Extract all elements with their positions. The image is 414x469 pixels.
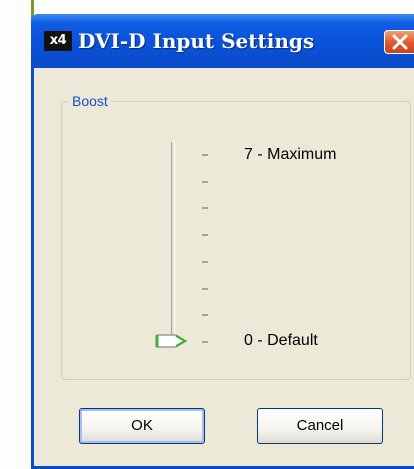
dialog-window: x4 DVI-D Input Settings Boost 7 - Maximu…: [31, 14, 414, 469]
slider-max-label: 7 - Maximum: [244, 146, 337, 163]
slider-tick: [202, 154, 208, 156]
boost-group-label: Boost: [69, 92, 111, 110]
window-title: DVI-D Input Settings: [78, 29, 315, 53]
slider-tick: [202, 260, 208, 263]
slider-tick: [202, 234, 208, 237]
boost-slider-track[interactable]: [171, 142, 175, 340]
cancel-button[interactable]: Cancel: [257, 408, 383, 444]
slider-tick: [202, 180, 208, 183]
boost-slider-thumb[interactable]: [155, 333, 189, 349]
dialog-body: Boost 7 - Maximum 0 - Default OK Cancel: [34, 68, 414, 466]
app-icon: x4: [44, 31, 72, 51]
boost-groupbox: [61, 101, 411, 380]
desktop-edge: [0, 0, 34, 469]
close-x-icon: [392, 34, 408, 50]
slider-tick: [202, 314, 208, 317]
slider-default-label: 0 - Default: [244, 332, 318, 349]
title-bar[interactable]: x4 DVI-D Input Settings: [31, 14, 414, 68]
slider-tick: [202, 207, 208, 210]
slider-tick: [202, 287, 208, 290]
ok-button[interactable]: OK: [79, 408, 205, 444]
slider-tick: [202, 341, 208, 343]
close-button[interactable]: [384, 30, 414, 54]
